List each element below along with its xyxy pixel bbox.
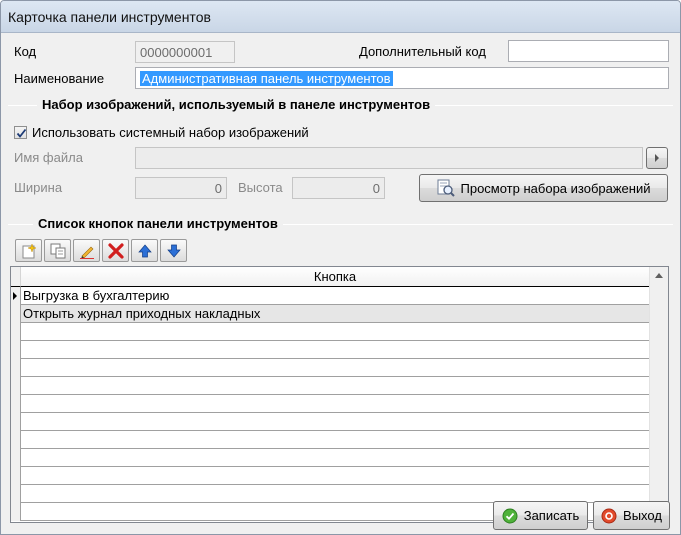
exit-icon xyxy=(601,508,617,523)
preview-images-button[interactable]: Просмотр набора изображений xyxy=(419,174,668,202)
move-up-button[interactable] xyxy=(131,239,158,262)
row-indicator[interactable] xyxy=(11,395,21,413)
current-row-icon xyxy=(13,292,17,300)
scroll-up-icon xyxy=(655,273,663,278)
row-indicator[interactable] xyxy=(11,413,21,431)
row-cell: Открыть журнал приходных накладных xyxy=(23,306,261,321)
width-label: Ширина xyxy=(14,180,63,195)
preview-images-label: Просмотр набора изображений xyxy=(460,180,651,196)
row-indicator[interactable] xyxy=(11,467,21,485)
name-field[interactable]: Административная панель инструментов xyxy=(135,67,669,89)
window-title: Карточка панели инструментов xyxy=(8,9,211,25)
filename-label: Имя файла xyxy=(14,150,83,165)
exit-button[interactable]: Выход xyxy=(593,501,670,530)
save-button[interactable]: Записать xyxy=(493,501,588,530)
use-system-checkbox[interactable] xyxy=(14,126,27,139)
empty-table-row[interactable] xyxy=(11,341,649,359)
extra-code-field[interactable] xyxy=(508,40,669,62)
arrow-right-icon xyxy=(655,154,659,162)
row-indicator[interactable] xyxy=(11,305,21,323)
title-bar[interactable]: Карточка панели инструментов xyxy=(1,1,680,33)
buttons-grid[interactable]: Кнопка Выгрузка в бухгалтерию Открыть жур… xyxy=(10,266,669,523)
check-icon xyxy=(502,508,518,523)
move-up-icon xyxy=(138,244,152,258)
table-row[interactable]: Открыть журнал приходных накладных xyxy=(11,305,649,323)
browse-file-button[interactable] xyxy=(646,147,668,169)
row-indicator[interactable] xyxy=(11,287,21,305)
save-label: Записать xyxy=(523,508,580,523)
row-indicator[interactable] xyxy=(11,359,21,377)
filename-field[interactable] xyxy=(135,147,643,169)
empty-table-row[interactable] xyxy=(11,413,649,431)
width-field[interactable]: 0 xyxy=(135,177,227,199)
row-indicator[interactable] xyxy=(11,431,21,449)
row-cell: Выгрузка в бухгалтерию xyxy=(23,288,170,303)
name-label: Наименование xyxy=(14,71,105,86)
use-system-label: Использовать системный набор изображений xyxy=(32,125,309,140)
delete-icon xyxy=(108,243,124,259)
height-field[interactable]: 0 xyxy=(292,177,385,199)
row-indicator[interactable] xyxy=(11,485,21,503)
code-label: Код xyxy=(14,44,37,59)
empty-table-row[interactable] xyxy=(11,431,649,449)
preview-icon xyxy=(437,179,455,197)
name-value: Административная панель инструментов xyxy=(140,71,393,86)
grid-rows: Выгрузка в бухгалтерию Открыть журнал при… xyxy=(11,287,649,521)
buttons-group-title: Список кнопок панели инструментов xyxy=(33,216,283,231)
extra-code-label: Дополнительный код xyxy=(359,44,486,59)
empty-table-row[interactable] xyxy=(11,377,649,395)
empty-table-row[interactable] xyxy=(11,395,649,413)
add-icon xyxy=(22,243,37,259)
grid-vertical-scrollbar[interactable] xyxy=(649,267,668,522)
add-button[interactable] xyxy=(15,239,42,262)
copy-icon xyxy=(50,243,66,259)
edit-button[interactable] xyxy=(73,239,100,262)
row-indicator[interactable] xyxy=(11,503,21,521)
move-down-icon xyxy=(167,244,181,258)
row-indicator[interactable] xyxy=(11,449,21,467)
grid-corner xyxy=(11,267,21,287)
table-row[interactable]: Выгрузка в бухгалтерию xyxy=(11,287,649,305)
scroll-up-arrow[interactable] xyxy=(650,267,668,284)
row-indicator[interactable] xyxy=(11,377,21,395)
column-header-button[interactable]: Кнопка xyxy=(21,267,649,287)
exit-label: Выход xyxy=(623,508,662,523)
empty-table-row[interactable] xyxy=(11,467,649,485)
move-down-button[interactable] xyxy=(160,239,187,262)
checkmark-icon xyxy=(16,128,27,138)
dialog-window: Карточка панели инструментов Код 0000000… xyxy=(0,0,681,535)
edit-icon xyxy=(80,246,94,259)
row-indicator[interactable] xyxy=(11,323,21,341)
copy-button[interactable] xyxy=(44,239,71,262)
empty-table-row[interactable] xyxy=(11,449,649,467)
dialog-body: Код 0000000001 Дополнительный код Наимен… xyxy=(1,34,680,534)
empty-table-row[interactable] xyxy=(11,359,649,377)
code-field[interactable]: 0000000001 xyxy=(135,41,235,63)
delete-button[interactable] xyxy=(102,239,129,262)
height-label: Высота xyxy=(238,180,283,195)
row-indicator[interactable] xyxy=(11,341,21,359)
images-group-title: Набор изображений, используемый в панеле… xyxy=(37,97,436,112)
empty-table-row[interactable] xyxy=(11,323,649,341)
